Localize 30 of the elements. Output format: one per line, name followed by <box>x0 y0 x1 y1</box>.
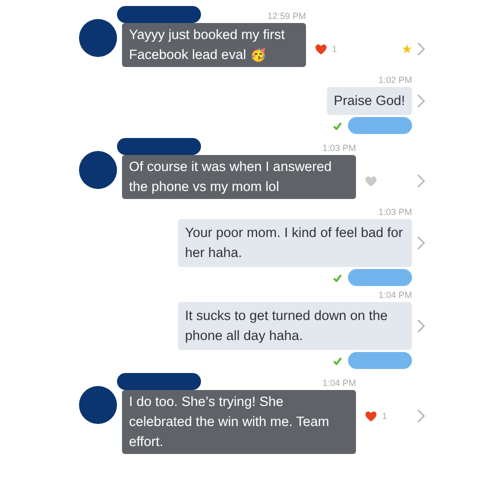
chevron-icon[interactable] <box>417 319 425 333</box>
chevron-icon[interactable] <box>417 42 425 56</box>
like-count: 1 <box>382 411 388 421</box>
timestamp: 12:59 PM <box>267 11 306 21</box>
redacted-name <box>348 352 412 369</box>
chevron-icon[interactable] <box>417 409 425 423</box>
avatar <box>79 386 117 424</box>
chevron-icon[interactable] <box>417 174 425 188</box>
heart-icon[interactable] <box>365 176 377 186</box>
timestamp: 1:04 PM <box>378 290 412 300</box>
message-bubble: Yayyy just booked my first Facebook lead eval 🥳 <box>122 23 306 67</box>
chevron-icon[interactable] <box>417 94 425 108</box>
timestamp: 1:03 PM <box>322 143 356 153</box>
timestamp: 1:04 PM <box>322 378 356 388</box>
timestamp: 1:03 PM <box>378 207 412 217</box>
avatar <box>79 19 117 57</box>
redacted-name <box>348 117 412 134</box>
chevron-icon[interactable] <box>417 236 425 250</box>
message-bubble: I do too. She’s trying! She celebrated the win with me. Team effort. <box>122 390 356 454</box>
heart-icon[interactable] <box>315 44 327 54</box>
like-count: 1 <box>332 44 338 54</box>
message-bubble: Of course it was when I answered the phone vs my mom lol <box>122 155 356 199</box>
message-bubble: It sucks to get turned down on the phone all day haha. <box>178 302 412 350</box>
message-bubble: Your poor mom. I kind of feel bad for her haha. <box>178 219 412 267</box>
message-bubble: Praise God! <box>326 87 412 115</box>
redacted-name <box>348 269 412 286</box>
avatar <box>79 151 117 189</box>
heart-icon[interactable] <box>365 410 377 422</box>
timestamp: 1:02 PM <box>378 75 412 85</box>
star-icon[interactable] <box>402 44 412 54</box>
